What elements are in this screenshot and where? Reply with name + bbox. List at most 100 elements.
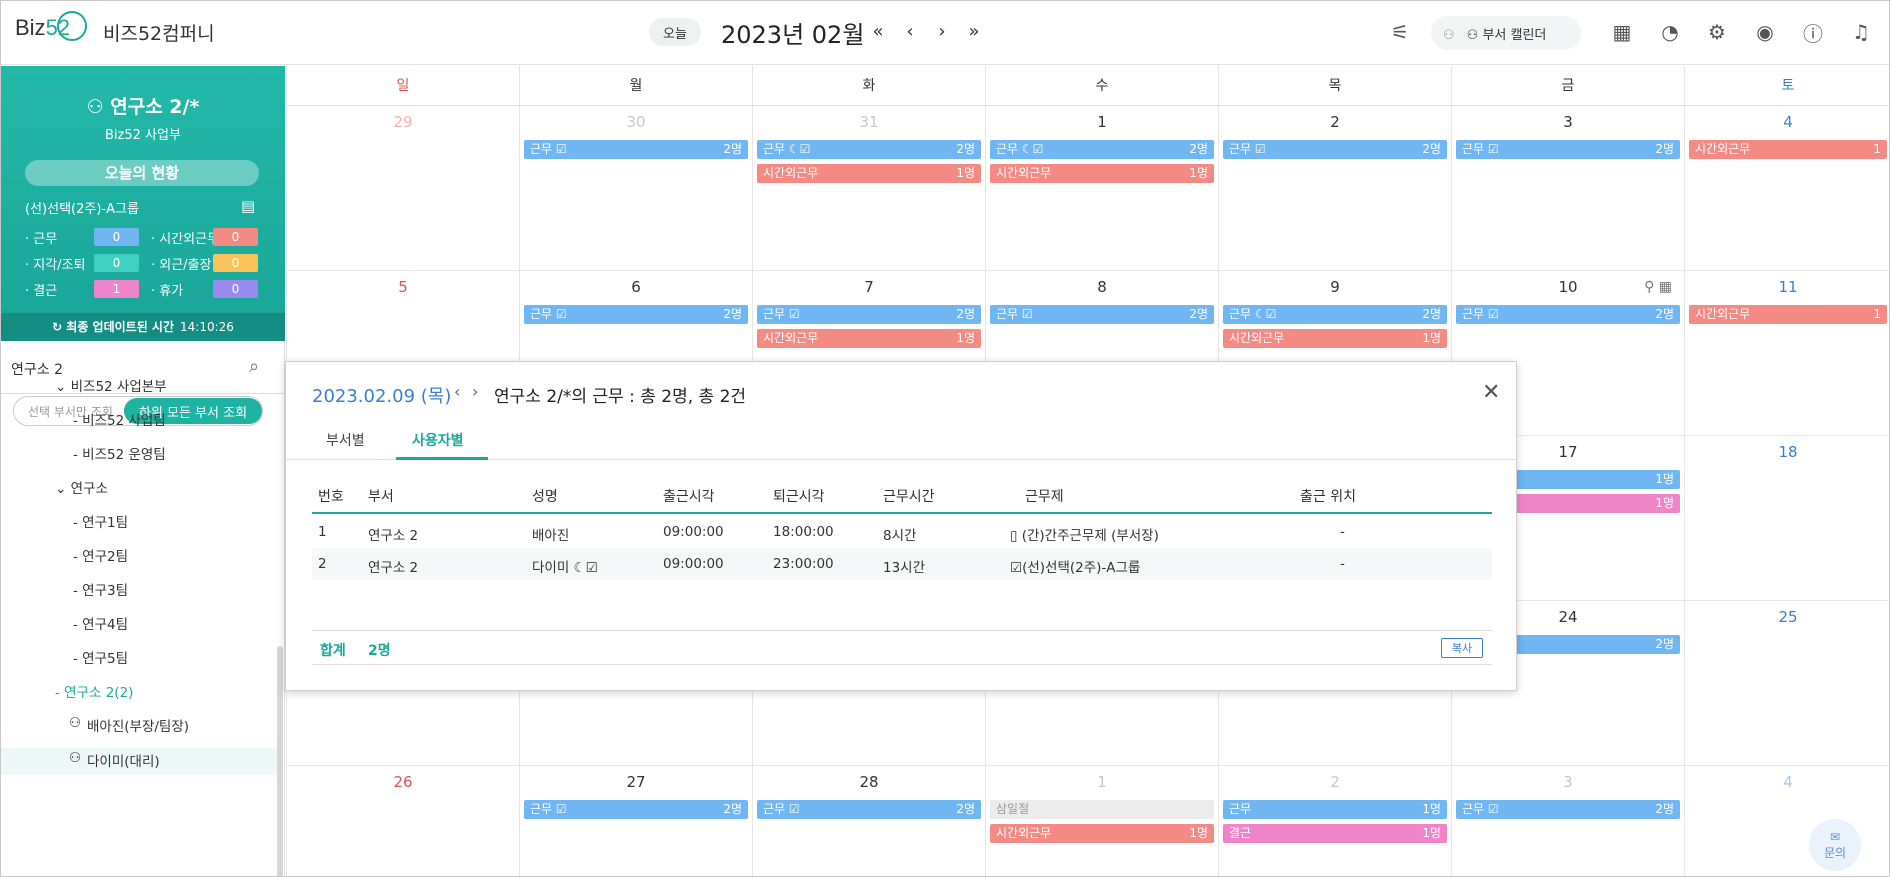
tab-by-user[interactable]: 사용자별 bbox=[412, 430, 464, 450]
calendar-event[interactable]: 근무 ☑ 2명 bbox=[524, 140, 748, 159]
prev-month-button[interactable]: ‹ bbox=[897, 19, 923, 45]
calendar-day-cell[interactable]: 4 시간외근무 1 bbox=[1684, 106, 1889, 271]
event-label: 삼일절 bbox=[996, 802, 1030, 816]
calendar-event[interactable]: 근무 ☑ 2명 bbox=[757, 305, 981, 324]
tree-item[interactable]: - 연구1팀 bbox=[73, 511, 128, 531]
calendar-event[interactable]: 근무 ☑ 2명 bbox=[1456, 800, 1680, 819]
tree-item[interactable]: - 연구5팀 bbox=[73, 647, 128, 667]
day-number: 18 bbox=[1778, 443, 1798, 461]
today-status-label: 오늘의 현황 bbox=[25, 160, 259, 186]
calendar-event[interactable]: 근무 1명 bbox=[1223, 800, 1447, 819]
account-icon[interactable]: ◉ bbox=[1750, 17, 1780, 47]
tree-item[interactable]: - 연구2팀 bbox=[73, 545, 128, 565]
tree-item[interactable]: 다이미(대리) bbox=[87, 750, 160, 770]
calendar-day-cell[interactable]: 27 근무 ☑ 2명 bbox=[519, 766, 752, 876]
prev-year-button[interactable]: « bbox=[865, 19, 891, 45]
event-label: 근무 ☑ bbox=[763, 307, 800, 321]
event-label: 시간외근무 bbox=[996, 166, 1052, 180]
copy-button[interactable]: 복사 bbox=[1441, 638, 1483, 658]
event-count: 1명 bbox=[1189, 826, 1208, 840]
calendar-event[interactable]: 근무 ☑ 2명 bbox=[757, 800, 981, 819]
calendar-event[interactable]: 결근 1명 bbox=[1223, 824, 1447, 843]
calendar-event[interactable]: 시간외근무 1명 bbox=[757, 164, 981, 183]
calendar-event[interactable]: 시간외근무 1명 bbox=[990, 164, 1214, 183]
tree-item[interactable]: 배아진(부장/팀장) bbox=[87, 715, 189, 735]
day-number: 31 bbox=[859, 113, 879, 131]
event-label: 시간외근무 bbox=[1695, 142, 1751, 156]
calendar-event[interactable]: 시간외근무 1 bbox=[1689, 305, 1887, 324]
table-row[interactable]: 1 연구소 2 배아진 09:00:00 18:00:00 8시간 ▯ (간)간… bbox=[312, 516, 1492, 548]
inquiry-chat-button[interactable]: ✉ 문의 bbox=[1809, 819, 1861, 871]
search-icon[interactable]: ⌕ bbox=[249, 356, 259, 377]
calendar-event[interactable]: 시간외근무 1명 bbox=[1223, 329, 1447, 348]
bell-icon[interactable]: ♫ bbox=[1846, 17, 1876, 47]
dept-calendar-button[interactable]: ⚇ ⚇ 부서 캘린더 bbox=[1431, 16, 1581, 50]
event-count: 2명 bbox=[1422, 142, 1441, 156]
filter-sliders-icon[interactable]: ⚟ bbox=[1385, 17, 1415, 47]
calendar-day-cell[interactable]: 2 근무 ☑ 2명 bbox=[1218, 106, 1451, 271]
calendar-day-cell[interactable]: 4 bbox=[1684, 766, 1889, 876]
tab-by-dept[interactable]: 부서별 bbox=[326, 430, 365, 450]
weekday-header-sat: 토 bbox=[1684, 66, 1889, 106]
day-number: 2 bbox=[1330, 773, 1340, 791]
event-label: 시간외근무 bbox=[1695, 307, 1751, 321]
event-count: 2명 bbox=[1422, 307, 1441, 321]
calendar-event[interactable]: 시간외근무 1명 bbox=[990, 824, 1214, 843]
pie-chart-icon[interactable]: ◔ bbox=[1655, 17, 1685, 47]
calendar-event[interactable]: 근무 ☑ 2명 bbox=[1456, 305, 1680, 324]
calendar-day-cell[interactable]: 31 근무 ☾☑ 2명시간외근무 1명 bbox=[752, 106, 985, 271]
stat-value-absent: 1 bbox=[94, 280, 139, 298]
org-chart-icon[interactable]: ⚲ ▦ bbox=[1644, 279, 1672, 295]
calendar-day-cell[interactable]: 18 bbox=[1684, 436, 1889, 601]
tree-item[interactable]: ⌄ 연구소 bbox=[55, 477, 108, 497]
calendar-day-cell[interactable]: 25 bbox=[1684, 601, 1889, 766]
memo-icon[interactable]: ▤ bbox=[241, 197, 255, 215]
calendar-event[interactable]: 시간외근무 1명 bbox=[757, 329, 981, 348]
sidebar-scrollbar[interactable] bbox=[277, 646, 283, 876]
event-count: 2명 bbox=[956, 802, 975, 816]
tree-item[interactable]: - 연구3팀 bbox=[73, 579, 128, 599]
dept-title: ⚇ 연구소 2/* bbox=[86, 96, 200, 118]
day-number: 25 bbox=[1778, 608, 1798, 626]
calendar-event[interactable]: 근무 ☾☑ 2명 bbox=[990, 140, 1214, 159]
calendar-event[interactable]: 근무 ☑ 2명 bbox=[524, 305, 748, 324]
calendar-day-cell[interactable]: 1 근무 ☾☑ 2명 시간외근무 1명 bbox=[985, 106, 1218, 271]
calendar-day-cell[interactable]: 26 bbox=[286, 766, 519, 876]
calendar-event[interactable]: 근무 ☑ 2명 bbox=[990, 305, 1214, 324]
last-update-bar[interactable]: ↻ 최종 업데이트된 시간 14:10:26 bbox=[1, 313, 285, 341]
calendar-event[interactable]: 삼일절 bbox=[990, 800, 1214, 819]
calendar-icon[interactable]: ▦ bbox=[1607, 17, 1637, 47]
calendar-day-cell[interactable]: 3 근무 ☑ 2명 bbox=[1451, 106, 1684, 271]
gear-icon[interactable]: ⚙ bbox=[1702, 17, 1732, 47]
close-icon[interactable]: ✕ bbox=[1482, 380, 1500, 405]
tree-item[interactable]: - 연구소 2(2) bbox=[55, 681, 133, 701]
calendar-day-cell[interactable]: 11 시간외근무 1 bbox=[1684, 271, 1889, 436]
help-icon[interactable]: ⓘ bbox=[1798, 17, 1828, 47]
next-year-button[interactable]: » bbox=[961, 19, 987, 45]
calendar-day-cell[interactable]: 30 근무 ☑ 2명 bbox=[519, 106, 752, 271]
calendar-day-cell[interactable]: 28 근무 ☑ 2명 bbox=[752, 766, 985, 876]
calendar-event[interactable]: 시간외근무 1 bbox=[1689, 140, 1887, 159]
tree-item[interactable]: ⌄ 비즈52 사업본부 bbox=[55, 375, 167, 395]
event-count: 1명 bbox=[956, 331, 975, 345]
dept-subtitle: Biz52 사업부 bbox=[105, 128, 181, 143]
calendar-event[interactable]: 근무 ☑ 2명 bbox=[1223, 140, 1447, 159]
tree-item[interactable]: - 연구4팀 bbox=[73, 613, 128, 633]
tree-item[interactable]: - 비즈52 사업팀 bbox=[73, 409, 166, 429]
calendar-day-cell[interactable]: 29 bbox=[286, 106, 519, 271]
calendar-day-cell[interactable]: 2 근무 1명결근 1명 bbox=[1218, 766, 1451, 876]
calendar-event[interactable]: 근무 ☑ 2명 bbox=[1456, 140, 1680, 159]
prev-day-button[interactable]: ‹ bbox=[454, 382, 460, 401]
calendar-event[interactable]: 근무 ☾☑ 2명 bbox=[757, 140, 981, 159]
day-detail-modal: 2023.02.09 (목) ‹ › 연구소 2/*의 근무 : 총 2명, 총… bbox=[285, 361, 1518, 691]
calendar-day-cell[interactable]: 3 근무 ☑ 2명 bbox=[1451, 766, 1684, 876]
day-number: 1 bbox=[1097, 773, 1107, 791]
calendar-event[interactable]: 근무 ☾☑ 2명 bbox=[1223, 305, 1447, 324]
calendar-day-cell[interactable]: 1 삼일절시간외근무 1명 bbox=[985, 766, 1218, 876]
next-day-button[interactable]: › bbox=[472, 382, 478, 401]
calendar-event[interactable]: 근무 ☑ 2명 bbox=[524, 800, 748, 819]
table-row[interactable]: 2 연구소 2 다이미 ☾☑ 09:00:00 23:00:00 13시간 ☑(… bbox=[312, 548, 1492, 580]
next-month-button[interactable]: › bbox=[929, 19, 955, 45]
tree-item[interactable]: - 비즈52 운영팀 bbox=[73, 443, 166, 463]
today-button[interactable]: 오늘 bbox=[649, 18, 701, 46]
